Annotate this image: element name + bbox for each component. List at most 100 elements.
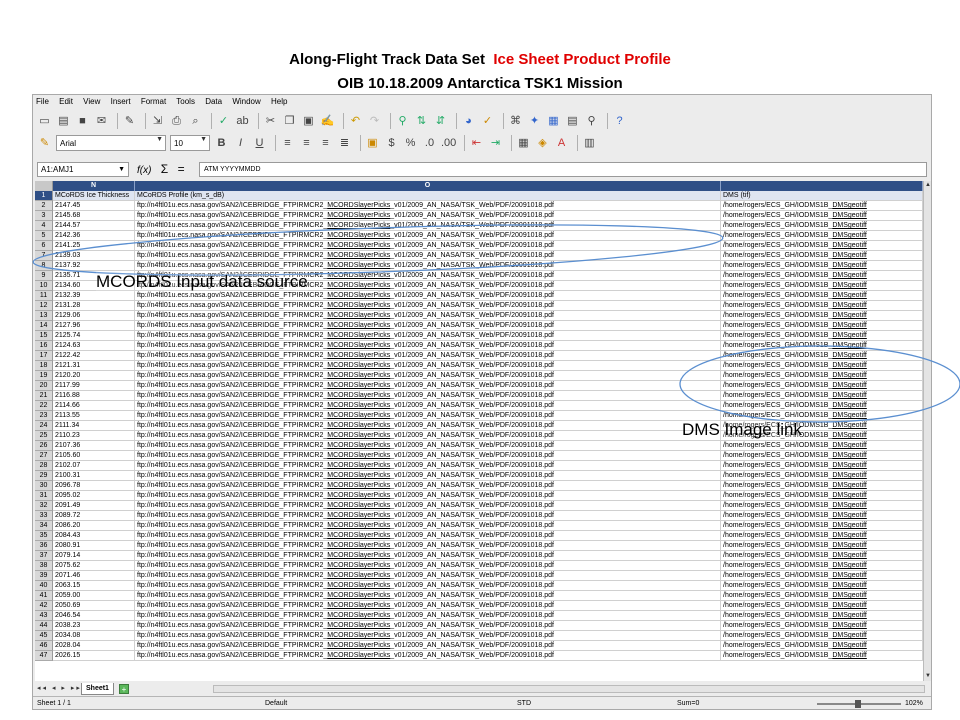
row-header[interactable]: 33 <box>35 511 53 521</box>
ice-thickness-cell[interactable]: 2071.46 <box>53 571 135 581</box>
ice-thickness-cell[interactable]: 2050.69 <box>53 601 135 611</box>
dms-cell[interactable]: /home/rogers/ECS_GH/IODMS1B_DMSgeotiff <box>721 631 923 641</box>
menu-tools[interactable]: Tools <box>176 97 195 106</box>
mcords-link[interactable]: MCORDSlayerPicks <box>327 232 390 239</box>
delete-decimal-icon[interactable]: .00 <box>441 136 456 151</box>
mcords-link[interactable]: MCORDSlayerPicks <box>327 462 390 469</box>
dms-cell[interactable]: /home/rogers/ECS_GH/IODMS1B_DMSgeotiff <box>721 441 923 451</box>
mcords-profile-cell[interactable]: ftp://n4ftl01u.ecs.nasa.gov/SAN2/ICEBRID… <box>135 591 721 601</box>
mcords-link[interactable]: MCORDSlayerPicks <box>327 282 390 289</box>
sum-icon[interactable]: Σ <box>161 162 168 176</box>
mcords-profile-cell[interactable]: ftp://n4ftl01u.ecs.nasa.gov/SAN2/ICEBRID… <box>135 461 721 471</box>
borders-icon[interactable]: ▦ <box>516 136 531 151</box>
dms-cell[interactable]: /home/rogers/ECS_GH/IODMS1B_DMSgeotiff <box>721 541 923 551</box>
row-header[interactable]: 14 <box>35 321 53 331</box>
mcords-link[interactable]: MCORDSlayerPicks <box>327 572 390 579</box>
row-header[interactable]: 30 <box>35 481 53 491</box>
dms-link[interactable]: DMSgeotiff <box>832 522 867 529</box>
mcords-link[interactable]: MCORDSlayerPicks <box>327 482 390 489</box>
mcords-profile-cell[interactable]: ftp://n4ftl01u.ecs.nasa.gov/SAN2/ICEBRID… <box>135 491 721 501</box>
print-icon[interactable]: ⎙ <box>169 114 184 129</box>
dms-link[interactable]: DMSgeotiff <box>832 442 867 449</box>
dms-cell[interactable]: /home/rogers/ECS_GH/IODMS1B_DMSgeotiff <box>721 241 923 251</box>
row-header[interactable]: 2 <box>35 201 53 211</box>
dms-cell[interactable]: /home/rogers/ECS_GH/IODMS1B_DMSgeotiff <box>721 401 923 411</box>
row-header[interactable]: 12 <box>35 301 53 311</box>
merge-cells-icon[interactable]: ▣ <box>365 136 380 151</box>
ice-thickness-cell[interactable]: 2141.25 <box>53 241 135 251</box>
ice-thickness-cell[interactable]: 2084.43 <box>53 531 135 541</box>
increase-indent-icon[interactable]: ⇥ <box>488 136 503 151</box>
mcords-link[interactable]: MCORDSlayerPicks <box>327 552 390 559</box>
cut-icon[interactable]: ✂ <box>263 114 278 129</box>
mcords-profile-cell[interactable]: ftp://n4ftl01u.ecs.nasa.gov/SAN2/ICEBRID… <box>135 581 721 591</box>
column-header-o[interactable]: O <box>135 181 721 191</box>
menu-help[interactable]: Help <box>271 97 287 106</box>
mcords-link[interactable]: MCORDSlayerPicks <box>327 202 390 209</box>
mcords-profile-cell[interactable]: ftp://n4ftl01u.ecs.nasa.gov/SAN2/ICEBRID… <box>135 481 721 491</box>
justify-icon[interactable]: ≣ <box>337 136 352 151</box>
dms-cell[interactable]: /home/rogers/ECS_GH/IODMS1B_DMSgeotiff <box>721 601 923 611</box>
ice-thickness-cell[interactable]: 2111.34 <box>53 421 135 431</box>
italic-icon[interactable]: I <box>233 136 248 151</box>
mcords-profile-cell[interactable]: ftp://n4ftl01u.ecs.nasa.gov/SAN2/ICEBRID… <box>135 511 721 521</box>
mcords-link[interactable]: MCORDSlayerPicks <box>327 352 390 359</box>
mcords-link[interactable]: MCORDSlayerPicks <box>327 442 390 449</box>
decrease-indent-icon[interactable]: ⇤ <box>469 136 484 151</box>
ice-thickness-cell[interactable]: 2145.68 <box>53 211 135 221</box>
mcords-link[interactable]: MCORDSlayerPicks <box>327 382 390 389</box>
hyperlink-icon[interactable]: ⚲ <box>395 114 410 129</box>
mcords-link[interactable]: MCORDSlayerPicks <box>327 412 390 419</box>
mcords-profile-cell[interactable]: ftp://n4ftl01u.ecs.nasa.gov/SAN2/ICEBRID… <box>135 361 721 371</box>
dms-link[interactable]: DMSgeotiff <box>832 342 867 349</box>
mcords-profile-cell[interactable]: ftp://n4ftl01u.ecs.nasa.gov/SAN2/ICEBRID… <box>135 301 721 311</box>
add-sheet-icon[interactable]: + <box>119 684 129 694</box>
mcords-profile-cell[interactable]: ftp://n4ftl01u.ecs.nasa.gov/SAN2/ICEBRID… <box>135 521 721 531</box>
dms-cell[interactable]: /home/rogers/ECS_GH/IODMS1B_DMSgeotiff <box>721 651 923 661</box>
ice-thickness-cell[interactable]: 2129.06 <box>53 311 135 321</box>
ice-thickness-cell[interactable]: 2125.74 <box>53 331 135 341</box>
mcords-link[interactable]: MCORDSlayerPicks <box>327 262 390 269</box>
ice-thickness-cell[interactable]: 2110.23 <box>53 431 135 441</box>
mcords-link[interactable]: MCORDSlayerPicks <box>327 272 390 279</box>
dms-link[interactable]: DMSgeotiff <box>832 602 867 609</box>
dms-cell[interactable]: /home/rogers/ECS_GH/IODMS1B_DMSgeotiff <box>721 561 923 571</box>
mcords-profile-cell[interactable]: ftp://n4ftl01u.ecs.nasa.gov/SAN2/ICEBRID… <box>135 561 721 571</box>
dms-link[interactable]: DMSgeotiff <box>832 242 867 249</box>
open-icon[interactable]: ▤ <box>56 114 71 129</box>
email-icon[interactable]: ✉ <box>94 114 109 129</box>
dms-cell[interactable]: /home/rogers/ECS_GH/IODMS1B_DMSgeotiff <box>721 331 923 341</box>
help-icon[interactable]: ? <box>612 114 627 129</box>
vertical-scrollbar[interactable]: ▲ ▼ <box>923 181 931 681</box>
mcords-profile-cell[interactable]: ftp://n4ftl01u.ecs.nasa.gov/SAN2/ICEBRID… <box>135 471 721 481</box>
row-header[interactable]: 39 <box>35 571 53 581</box>
ice-thickness-cell[interactable]: 2120.20 <box>53 371 135 381</box>
dms-link[interactable]: DMSgeotiff <box>832 392 867 399</box>
ice-thickness-cell[interactable]: 2107.36 <box>53 441 135 451</box>
dms-cell[interactable]: /home/rogers/ECS_GH/IODMS1B_DMSgeotiff <box>721 391 923 401</box>
copy-icon[interactable]: ❐ <box>282 114 297 129</box>
redo-icon[interactable]: ↷ <box>367 114 382 129</box>
dms-cell[interactable]: /home/rogers/ECS_GH/IODMS1B_DMSgeotiff <box>721 201 923 211</box>
mcords-link[interactable]: MCORDSlayerPicks <box>327 252 390 259</box>
menu-window[interactable]: Window <box>232 97 260 106</box>
mcords-link[interactable]: MCORDSlayerPicks <box>327 212 390 219</box>
undo-icon[interactable]: ↶ <box>348 114 363 129</box>
ice-thickness-cell[interactable]: 2105.60 <box>53 451 135 461</box>
percent-format-icon[interactable]: % <box>403 136 418 151</box>
dms-link[interactable]: DMSgeotiff <box>832 222 867 229</box>
sheet-navigation-icon[interactable]: ◂◂ ◂ ▸ ▸▸ <box>37 682 82 696</box>
ice-thickness-cell[interactable]: 2102.07 <box>53 461 135 471</box>
row-header[interactable]: 37 <box>35 551 53 561</box>
dms-link[interactable]: DMSgeotiff <box>832 272 867 279</box>
sort-ascending-icon[interactable]: ⇅ <box>414 114 429 129</box>
mcords-link[interactable]: MCORDSlayerPicks <box>327 532 390 539</box>
column-header-p[interactable] <box>721 181 923 191</box>
background-color-icon[interactable]: ◈ <box>535 136 550 151</box>
mcords-profile-cell[interactable]: ftp://n4ftl01u.ecs.nasa.gov/SAN2/ICEBRID… <box>135 371 721 381</box>
mcords-link[interactable]: MCORDSlayerPicks <box>327 562 390 569</box>
row-header[interactable]: 13 <box>35 311 53 321</box>
print-preview-icon[interactable]: ⌕ <box>188 114 203 129</box>
header-cell[interactable]: DMS (tif) <box>721 191 923 201</box>
row-header[interactable]: 26 <box>35 441 53 451</box>
